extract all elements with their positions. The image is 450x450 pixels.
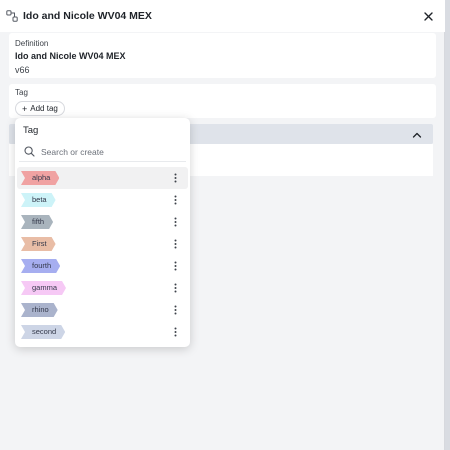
more-options-button[interactable] [172,326,178,338]
definition-card: Definition Ido and Nicole WV04 MEX v66 [9,33,436,78]
tag-option[interactable]: alpha [17,167,188,189]
close-icon [423,11,433,21]
tag-chip: gamma [21,281,66,295]
tag-option[interactable]: gamma [17,277,188,299]
panel-title: Ido and Nicole WV04 MEX [23,10,152,22]
dropdown-title: Tag [23,125,39,136]
tag-dropdown: Tag alpha beta fifth First fourth [15,118,190,347]
tag-chip: First [21,237,56,251]
tag-chip: rhino [21,303,58,317]
more-options-button[interactable] [172,238,178,250]
add-tag-label: Add tag [30,104,58,113]
search-icon [24,146,35,157]
kebab-icon [174,239,176,249]
tag-chip: beta [21,193,56,207]
kebab-icon [174,305,176,315]
more-options-button[interactable] [172,282,178,294]
tag-option[interactable]: fifth [17,211,188,233]
definition-name: Ido and Nicole WV04 MEX [15,51,126,61]
kebab-icon [174,327,176,337]
more-options-button[interactable] [172,216,178,228]
definition-version: v66 [15,65,30,75]
tag-option[interactable]: beta [17,189,188,211]
kebab-icon [174,217,176,227]
more-options-button[interactable] [172,304,178,316]
kebab-icon [174,195,176,205]
tag-option[interactable]: rhino [17,299,188,321]
panel-header: Ido and Nicole WV04 MEX [0,0,445,32]
more-options-button[interactable] [172,260,178,272]
kebab-icon [174,283,176,293]
more-options-button[interactable] [172,172,178,184]
definition-label: Definition [15,39,49,48]
plus-icon: + [22,103,28,114]
kebab-icon [174,261,176,271]
chevron-up-icon [411,128,423,140]
tag-label: Tag [15,88,28,97]
background-strip [445,0,450,450]
tag-search-input[interactable] [41,146,171,157]
tag-chip: alpha [21,171,59,185]
workflow-icon [6,10,18,22]
tag-card: Tag + Add tag [9,84,436,118]
tag-chip: fifth [21,215,53,229]
kebab-icon [174,173,176,183]
tag-chip: fourth [21,259,60,273]
more-options-button[interactable] [172,194,178,206]
tag-option[interactable]: second [17,321,188,343]
tag-list: alpha beta fifth First fourth gamma rhin… [17,167,188,343]
tag-option[interactable]: First [17,233,188,255]
tag-chip: second [21,325,65,339]
tag-search [19,142,186,162]
add-tag-button[interactable]: + Add tag [15,101,65,116]
tag-option[interactable]: fourth [17,255,188,277]
close-button[interactable] [421,9,435,23]
